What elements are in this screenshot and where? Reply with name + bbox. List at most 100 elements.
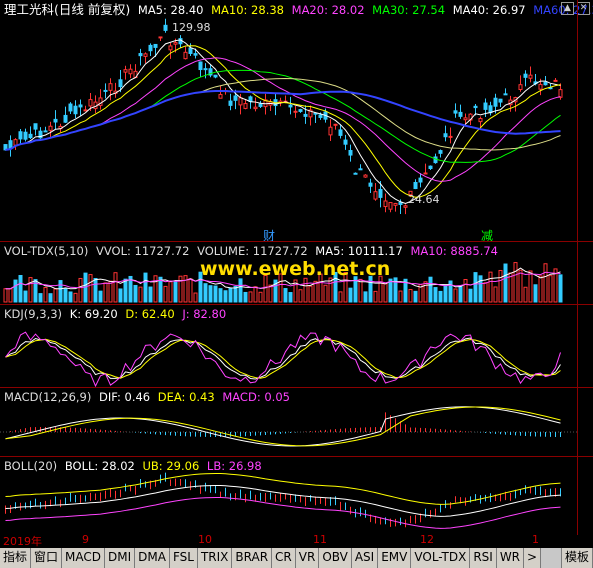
volume-bar xyxy=(408,289,413,303)
tab-vol-tdx[interactable]: VOL-TDX xyxy=(411,548,471,568)
ma40-value: MA40: 26.97 xyxy=(452,3,526,17)
kdj-j-value: J: 82.80 xyxy=(182,307,227,321)
candlestick xyxy=(538,83,543,90)
tab-indicator[interactable]: 指标 xyxy=(0,548,32,568)
axis-month-1: 1 xyxy=(532,533,539,546)
candlestick xyxy=(493,97,498,107)
tab-template[interactable]: 模板 xyxy=(560,548,593,568)
volume-bar xyxy=(213,285,218,303)
collapse-up-icon[interactable]: ▲ xyxy=(561,2,574,15)
volume-bar xyxy=(143,272,148,303)
tab-dmi[interactable]: DMI xyxy=(105,548,136,568)
candlestick xyxy=(123,69,128,73)
volume-bar xyxy=(188,278,193,303)
volume-header: VOL-TDX(5,10) VVOL: 11727.72 VOLUME: 117… xyxy=(4,243,502,259)
volume-bar xyxy=(58,280,63,303)
axis-month-11: 11 xyxy=(313,533,327,546)
candlestick xyxy=(448,135,453,138)
candlestick xyxy=(303,113,308,117)
volume-bar xyxy=(413,290,418,303)
tab-vr[interactable]: VR xyxy=(295,548,320,568)
ma5-line xyxy=(5,39,561,204)
candlestick xyxy=(148,44,153,52)
high-price-label: 129.98 xyxy=(172,21,211,34)
volume-bar xyxy=(73,292,78,303)
watermark: www.eweb.net.cn xyxy=(200,258,391,280)
volume-bar xyxy=(133,284,138,303)
candlestick xyxy=(118,79,123,88)
volume-bar xyxy=(23,290,28,303)
volume-bar xyxy=(458,285,463,303)
tab-fsl[interactable]: FSL xyxy=(169,548,198,568)
candlestick xyxy=(328,126,333,136)
candlestick xyxy=(143,53,148,57)
tab-window[interactable]: 窗口 xyxy=(31,548,63,568)
volume-bar xyxy=(558,274,563,303)
volume-bar xyxy=(428,276,433,303)
candlestick xyxy=(193,53,198,56)
volume-bar xyxy=(323,284,328,303)
boll-ub-value: UB: 29.06 xyxy=(142,459,200,473)
volume-bar xyxy=(48,293,53,303)
volume-bar xyxy=(108,280,113,303)
candlestick xyxy=(103,89,108,92)
candlestick xyxy=(358,168,363,171)
date-axis: 2019年 9 10 11 12 1 xyxy=(0,532,593,548)
tab-brar[interactable]: BRAR xyxy=(232,548,273,568)
volume-bar xyxy=(288,292,293,303)
volume-bar xyxy=(13,279,18,303)
macd-title: MACD(12,26,9) xyxy=(4,390,92,404)
axis-year-label: 2019年 xyxy=(3,535,42,548)
candlestick xyxy=(373,191,378,200)
candlestick xyxy=(498,98,503,103)
volume-bar xyxy=(348,287,353,303)
candlestick xyxy=(213,74,218,78)
volume-bar xyxy=(438,290,443,303)
tab-emv[interactable]: EMV xyxy=(378,548,412,568)
axis-month-12: 12 xyxy=(420,533,434,546)
candlestick xyxy=(558,89,563,98)
price-panel[interactable] xyxy=(0,0,577,240)
volume-bar xyxy=(123,278,128,303)
candlestick xyxy=(23,131,28,140)
candlestick xyxy=(173,42,178,45)
volume-bar xyxy=(193,292,198,303)
volume-bar xyxy=(113,272,118,303)
close-icon[interactable]: ✕ xyxy=(577,2,590,15)
volume-bar xyxy=(513,262,518,303)
price-chart[interactable] xyxy=(0,0,577,240)
tab-rsi[interactable]: RSI xyxy=(470,548,497,568)
volume-bar xyxy=(118,288,123,303)
tab-asi[interactable]: ASI xyxy=(351,548,379,568)
candlestick xyxy=(168,45,173,51)
volume-bar xyxy=(473,272,478,303)
tab-dma[interactable]: DMA xyxy=(135,548,170,568)
ma20-value: MA20: 28.02 xyxy=(291,3,365,17)
volume-bar xyxy=(328,277,333,303)
tab-obv[interactable]: OBV xyxy=(319,548,352,568)
tab-trix[interactable]: TRIX xyxy=(197,548,233,568)
candlestick xyxy=(528,74,533,79)
volume-bar xyxy=(243,291,248,303)
volume-bar xyxy=(258,291,263,303)
ma10-value: MA10: 28.38 xyxy=(211,3,284,17)
tab-cr[interactable]: CR xyxy=(272,548,296,568)
volume-bar xyxy=(528,270,533,303)
volume-bar xyxy=(308,285,313,303)
volume-bar xyxy=(283,288,288,303)
tab-macd[interactable]: MACD xyxy=(62,548,106,568)
candlestick xyxy=(343,139,348,145)
tab-more-arrow[interactable]: > xyxy=(524,548,542,568)
candlestick xyxy=(503,93,508,96)
tab-wr[interactable]: WR xyxy=(496,548,525,568)
candlestick xyxy=(553,79,558,82)
volume-bar xyxy=(63,287,68,303)
candlestick xyxy=(218,94,223,99)
indicator-tab-bar: 指标 窗口 MACD DMI DMA FSL TRIX BRAR CR VR O… xyxy=(0,548,593,568)
candlestick xyxy=(518,84,523,90)
ma20-line xyxy=(5,57,561,182)
vol-indicator-title: VOL-TDX(5,10) xyxy=(4,244,89,258)
stock-title: 理工光科(日线 前复权) xyxy=(4,2,131,17)
candlestick xyxy=(478,118,483,123)
candlestick xyxy=(73,105,78,115)
